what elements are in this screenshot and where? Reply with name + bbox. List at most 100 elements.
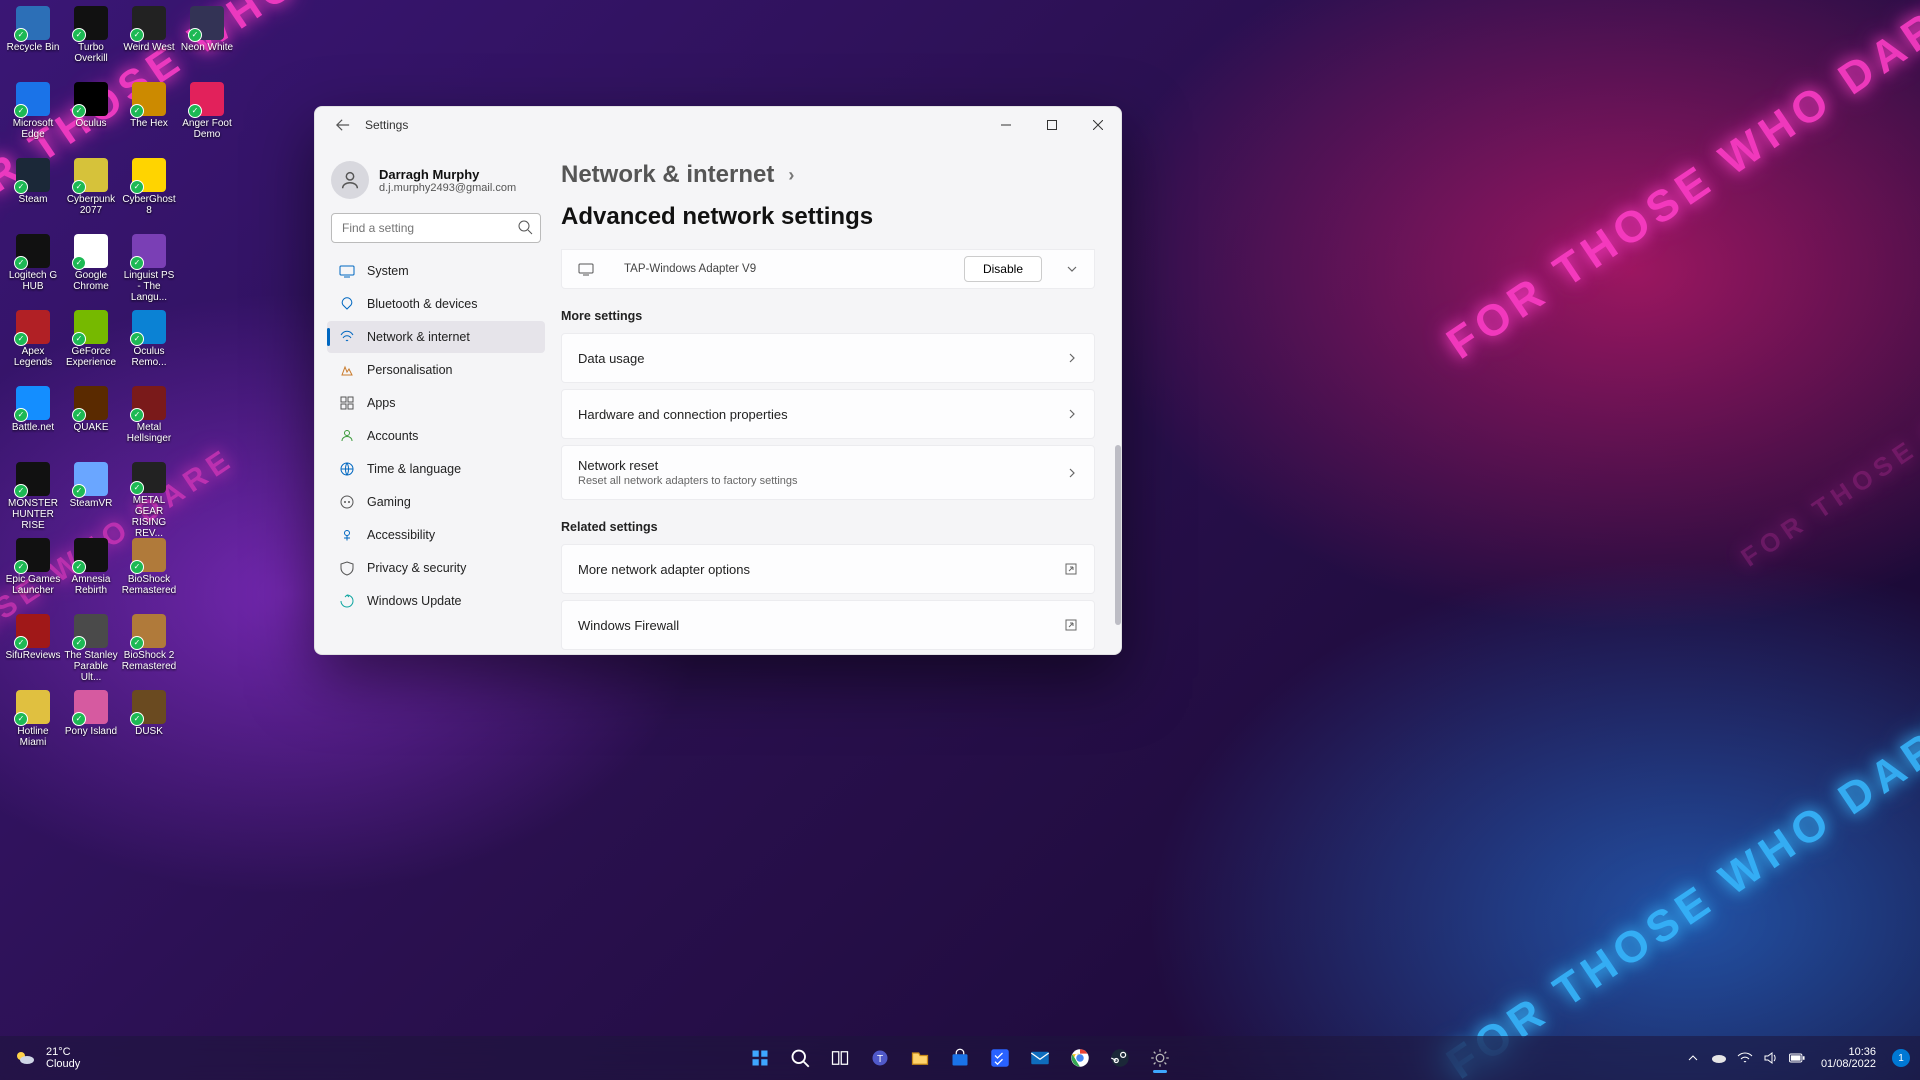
desktop-icon[interactable]: BioShock Remastered — [120, 536, 178, 612]
settings-card[interactable]: Hardware and connection properties — [561, 389, 1095, 439]
desktop-icon[interactable]: Linguist PS - The Langu... — [120, 232, 178, 308]
desktop-icon[interactable] — [178, 612, 236, 688]
taskview-button[interactable] — [823, 1041, 857, 1075]
desktop-icon[interactable]: Turbo Overkill — [62, 4, 120, 80]
desktop-icon[interactable]: Amnesia Rebirth — [62, 536, 120, 612]
explorer-button[interactable] — [903, 1041, 937, 1075]
desktop-icon[interactable]: SteamVR — [62, 460, 120, 536]
desktop-icon[interactable]: Weird West — [120, 4, 178, 80]
desktop-icon[interactable]: Recycle Bin — [4, 4, 62, 80]
todoist-button[interactable] — [983, 1041, 1017, 1075]
teams-button[interactable]: T — [863, 1041, 897, 1075]
desktop-icon[interactable] — [178, 232, 236, 308]
settings-card[interactable]: More network adapter options — [561, 544, 1095, 594]
maximize-button[interactable] — [1029, 107, 1075, 143]
sidebar-item-label: Time & language — [367, 462, 461, 476]
sidebar-item-gaming[interactable]: Gaming — [327, 486, 545, 518]
sidebar-item-network-internet[interactable]: Network & internet — [327, 321, 545, 353]
desktop-icon[interactable] — [178, 308, 236, 384]
desktop-icon[interactable]: Logitech G HUB — [4, 232, 62, 308]
desktop-icon[interactable]: Google Chrome — [62, 232, 120, 308]
taskbar-clock[interactable]: 10:36 01/08/2022 — [1817, 1046, 1880, 1070]
sidebar-item-time-language[interactable]: Time & language — [327, 453, 545, 485]
desktop-icon[interactable]: Pony Island — [62, 688, 120, 764]
sidebar-item-personalisation[interactable]: Personalisation — [327, 354, 545, 386]
start-button[interactable] — [743, 1041, 777, 1075]
tray-chevron-icon[interactable] — [1685, 1050, 1701, 1066]
volume-icon[interactable] — [1763, 1050, 1779, 1066]
taskbar-weather[interactable]: 21°C Cloudy — [0, 1045, 80, 1071]
settings-nav: SystemBluetooth & devicesNetwork & inter… — [327, 255, 545, 617]
desktop-icon[interactable]: SifuReviews — [4, 612, 62, 688]
desktop-icon[interactable] — [178, 536, 236, 612]
desktop-icon[interactable]: Neon White — [178, 4, 236, 80]
app-icon — [74, 690, 108, 724]
sidebar-item-apps[interactable]: Apps — [327, 387, 545, 419]
chrome-button[interactable] — [1063, 1041, 1097, 1075]
user-account-row[interactable]: Darragh Murphy d.j.murphy2493@gmail.com — [331, 161, 541, 199]
sidebar-item-accessibility[interactable]: Accessibility — [327, 519, 545, 551]
sidebar-item-bluetooth-devices[interactable]: Bluetooth & devices — [327, 288, 545, 320]
desktop-icon[interactable]: The Hex — [120, 80, 178, 156]
scrollbar[interactable] — [1115, 325, 1121, 644]
desktop-icon[interactable]: Cyberpunk 2077 — [62, 156, 120, 232]
desktop-icon[interactable]: Oculus Remo... — [120, 308, 178, 384]
icon-label: CyberGhost 8 — [121, 194, 177, 216]
search-button[interactable] — [783, 1041, 817, 1075]
clock-time: 10:36 — [1848, 1046, 1876, 1058]
disable-button[interactable]: Disable — [964, 256, 1042, 282]
desktop-icon[interactable]: BioShock 2 Remastered — [120, 612, 178, 688]
search-input[interactable] — [331, 213, 541, 243]
icon-label: Metal Hellsinger — [121, 422, 177, 444]
sidebar-item-privacy-security[interactable]: Privacy & security — [327, 552, 545, 584]
back-button[interactable] — [327, 109, 359, 141]
minimize-button[interactable] — [983, 107, 1029, 143]
settings-card[interactable]: Windows Firewall — [561, 600, 1095, 650]
store-button[interactable] — [943, 1041, 977, 1075]
system-tray[interactable] — [1685, 1050, 1805, 1066]
app-icon — [132, 690, 166, 724]
desktop-icon[interactable]: QUAKE — [62, 384, 120, 460]
close-button[interactable] — [1075, 107, 1121, 143]
desktop-icon[interactable]: Oculus — [62, 80, 120, 156]
desktop-icon[interactable]: The Stanley Parable Ult... — [62, 612, 120, 688]
desktop-icon[interactable]: GeForce Experience — [62, 308, 120, 384]
desktop-icon[interactable]: Steam — [4, 156, 62, 232]
desktop-icon[interactable]: Metal Hellsinger — [120, 384, 178, 460]
settings-taskbar-button[interactable] — [1143, 1041, 1177, 1075]
app-icon — [132, 82, 166, 116]
breadcrumb-parent[interactable]: Network & internet — [561, 161, 774, 189]
mail-button[interactable] — [1023, 1041, 1057, 1075]
nav-icon — [339, 560, 355, 576]
settings-content: Network & internet › Advanced network se… — [551, 143, 1121, 654]
desktop-icon[interactable]: Battle.net — [4, 384, 62, 460]
icon-label: Turbo Overkill — [63, 42, 119, 64]
desktop-icon[interactable] — [178, 460, 236, 536]
desktop-icon[interactable] — [178, 384, 236, 460]
desktop-icon[interactable]: Epic Games Launcher — [4, 536, 62, 612]
desktop-icon[interactable]: CyberGhost 8 — [120, 156, 178, 232]
desktop-icon[interactable]: Hotline Miami — [4, 688, 62, 764]
adapter-row[interactable]: TAP-Windows Adapter V9 Disable — [561, 249, 1095, 289]
sidebar-item-windows-update[interactable]: Windows Update — [327, 585, 545, 617]
notification-badge[interactable]: 1 — [1892, 1049, 1910, 1067]
desktop-icon[interactable]: DUSK — [120, 688, 178, 764]
sidebar-item-system[interactable]: System — [327, 255, 545, 287]
settings-search[interactable] — [331, 213, 541, 243]
icon-label: Oculus Remo... — [121, 346, 177, 368]
desktop-icon[interactable]: Anger Foot Demo — [178, 80, 236, 156]
desktop-icon[interactable]: METAL GEAR RISING REV... — [120, 460, 178, 536]
wifi-icon[interactable] — [1737, 1050, 1753, 1066]
onedrive-icon[interactable] — [1711, 1050, 1727, 1066]
desktop-icon[interactable] — [178, 688, 236, 764]
desktop-icon[interactable]: Microsoft Edge — [4, 80, 62, 156]
desktop-icon[interactable] — [178, 156, 236, 232]
settings-card[interactable]: Data usage — [561, 333, 1095, 383]
settings-card[interactable]: Network resetReset all network adapters … — [561, 445, 1095, 500]
desktop-icon[interactable]: MONSTER HUNTER RISE — [4, 460, 62, 536]
sidebar-item-accounts[interactable]: Accounts — [327, 420, 545, 452]
battery-icon[interactable] — [1789, 1050, 1805, 1066]
icon-label: BioShock Remastered — [121, 574, 177, 596]
steam-button[interactable] — [1103, 1041, 1137, 1075]
desktop-icon[interactable]: Apex Legends — [4, 308, 62, 384]
